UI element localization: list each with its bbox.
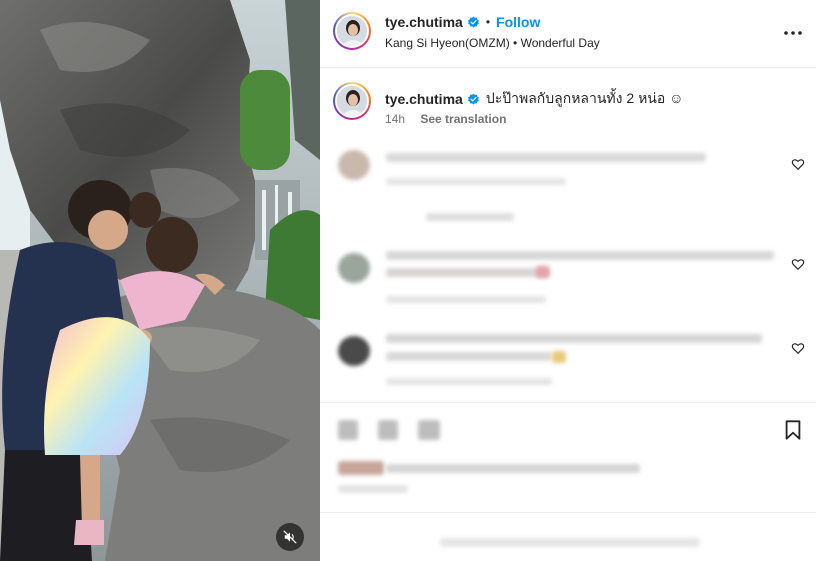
author-avatar[interactable] [333, 12, 371, 50]
caption-timestamp[interactable]: 14h [385, 112, 405, 126]
post-header: tye.chutima • Follow Kang Si Hyeon(OMZM)… [320, 0, 816, 68]
post-media-video[interactable] [0, 0, 320, 561]
comment-emoji-blurred [552, 351, 566, 363]
video-frame [0, 0, 320, 561]
audio-separator: • [513, 36, 518, 50]
instagram-post-window: tye.chutima • Follow Kang Si Hyeon(OMZM)… [0, 0, 816, 561]
add-comment-divider [320, 512, 816, 513]
share-button-blurred[interactable] [418, 420, 440, 440]
liked-by-text-blurred[interactable] [386, 464, 640, 473]
audio-attribution[interactable]: Kang Si Hyeon(OMZM) • Wonderful Day [385, 36, 600, 50]
view-replies-blurred[interactable] [426, 213, 514, 221]
profile-photo [337, 86, 367, 116]
heart-outline-icon[interactable] [791, 341, 805, 355]
like-button-blurred[interactable] [338, 420, 358, 440]
verified-badge-icon [467, 93, 479, 105]
post-detail-panel: tye.chutima • Follow Kang Si Hyeon(OMZM)… [320, 0, 816, 561]
author-username[interactable]: tye.chutima [385, 14, 463, 30]
verified-badge-icon [467, 16, 479, 28]
bookmark-icon[interactable] [782, 418, 804, 442]
dot-separator: • [485, 15, 491, 29]
see-translation-link[interactable]: See translation [420, 112, 506, 126]
comment-avatar-blurred[interactable] [338, 150, 370, 180]
mute-button[interactable] [276, 523, 304, 551]
comment-text-blurred [386, 268, 546, 277]
comment-text-blurred [386, 251, 774, 260]
author-row: tye.chutima • Follow [385, 14, 540, 30]
add-comment-blurred[interactable] [440, 538, 700, 547]
more-options-icon [784, 31, 802, 35]
more-options-button[interactable] [782, 22, 804, 44]
comment-avatar-blurred[interactable] [338, 336, 370, 366]
audio-artist: Kang Si Hyeon(OMZM) [385, 36, 510, 50]
actions-divider [320, 402, 816, 403]
caption-author-avatar[interactable] [333, 82, 371, 120]
comment-meta-blurred [386, 378, 552, 385]
comment-emoji-blurred [536, 266, 550, 278]
audio-track: Wonderful Day [520, 36, 600, 50]
heart-outline-icon[interactable] [791, 157, 805, 171]
comment-meta-blurred [386, 296, 546, 303]
comment-text-blurred [386, 334, 762, 343]
comment-text-blurred [386, 352, 552, 361]
caption-username[interactable]: tye.chutima [385, 91, 463, 107]
caption-text: ปะป๊าพลกับลูกหลานทั้ง 2 หน่อ ☺ [485, 90, 684, 106]
comment-avatar-blurred[interactable] [338, 253, 370, 283]
caption-meta: 14h See translation [385, 112, 506, 126]
profile-photo [337, 16, 367, 46]
caption-line: tye.chutima ปะป๊าพลกับลูกหลานทั้ง 2 หน่อ… [385, 88, 683, 110]
liked-by-avatars-blurred[interactable] [338, 461, 384, 475]
post-date-blurred [338, 485, 408, 493]
comment-button-blurred[interactable] [378, 420, 398, 440]
comment-text-blurred [386, 153, 706, 162]
heart-outline-icon[interactable] [791, 257, 805, 271]
comment-meta-blurred [386, 178, 566, 185]
audio-muted-icon [283, 530, 297, 544]
follow-button[interactable]: Follow [496, 14, 540, 30]
